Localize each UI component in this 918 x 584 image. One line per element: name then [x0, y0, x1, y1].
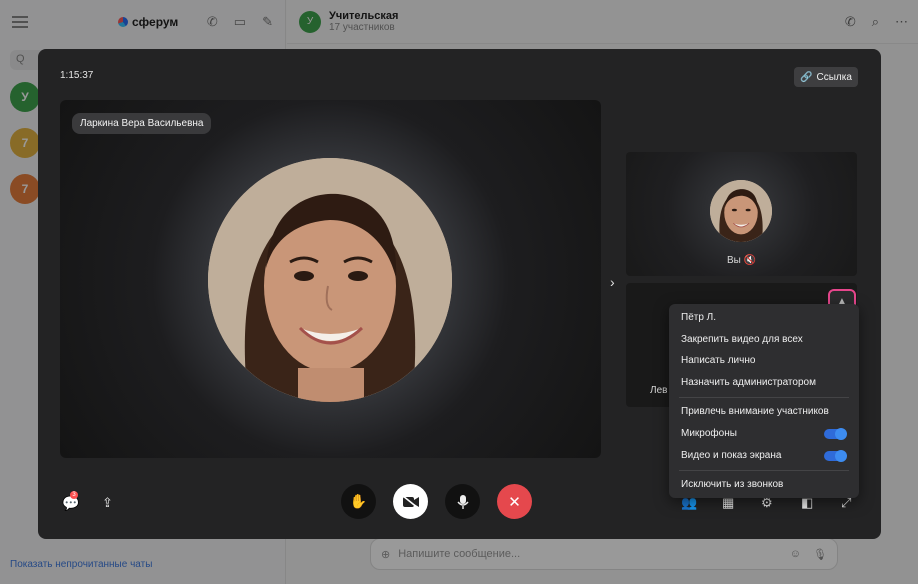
video-toggle[interactable]	[824, 450, 847, 462]
menu-participant-name: Пётр Л.	[681, 312, 717, 323]
participant-context-menu: Пётр Л. Закрепить видео для всех Написат…	[669, 304, 859, 498]
camera-off-icon	[402, 494, 419, 509]
menu-mics-label: Микрофоны	[681, 428, 737, 439]
menu-kick[interactable]: Исключить из звонков	[681, 479, 783, 490]
link-label: Ссылка	[816, 71, 852, 83]
mic-muted-icon: 🔇	[743, 255, 757, 266]
close-icon: ✕	[508, 493, 521, 511]
self-label: Вы 🔇	[726, 255, 757, 266]
menu-video-label: Видео и показ экрана	[681, 450, 782, 461]
chevron-right-icon[interactable]: ›	[610, 274, 615, 290]
speaker-avatar	[208, 158, 452, 402]
raise-hand-button[interactable]: ✋	[341, 484, 376, 519]
link-icon: 🔗	[800, 71, 813, 83]
self-video-tile[interactable]: Вы 🔇	[626, 152, 857, 276]
hand-icon: ✋	[349, 493, 368, 509]
self-avatar	[710, 180, 772, 242]
mic-button[interactable]	[445, 484, 480, 519]
share-screen-icon: ⇪	[102, 495, 113, 510]
share-screen-button[interactable]: ⇪	[102, 495, 113, 511]
copy-link-button[interactable]: 🔗 Ссылка	[794, 67, 858, 87]
participant-label: Лев	[650, 385, 668, 396]
microphone-icon	[456, 494, 469, 509]
menu-divider	[679, 397, 849, 398]
menu-attention[interactable]: Привлечь внимание участников	[681, 406, 829, 417]
menu-make-admin[interactable]: Назначить администратором	[681, 377, 816, 388]
menu-divider	[679, 470, 849, 471]
main-video-tile[interactable]: Ларкина Вера Васильевна	[60, 100, 601, 458]
end-call-button[interactable]: ✕	[497, 484, 532, 519]
chat-badge: 3	[70, 491, 78, 499]
app-window: сферум ✆ ▭ ✎ Q У 7 7 Показать непрочитан…	[0, 0, 918, 584]
menu-pin-video[interactable]: Закрепить видео для всех	[681, 334, 803, 345]
camera-button[interactable]	[393, 484, 428, 519]
mics-toggle[interactable]	[824, 428, 847, 440]
menu-private-message[interactable]: Написать лично	[681, 355, 755, 366]
speaker-name: Ларкина Вера Васильевна	[72, 113, 212, 134]
call-timer: 1:15:37	[60, 70, 94, 81]
